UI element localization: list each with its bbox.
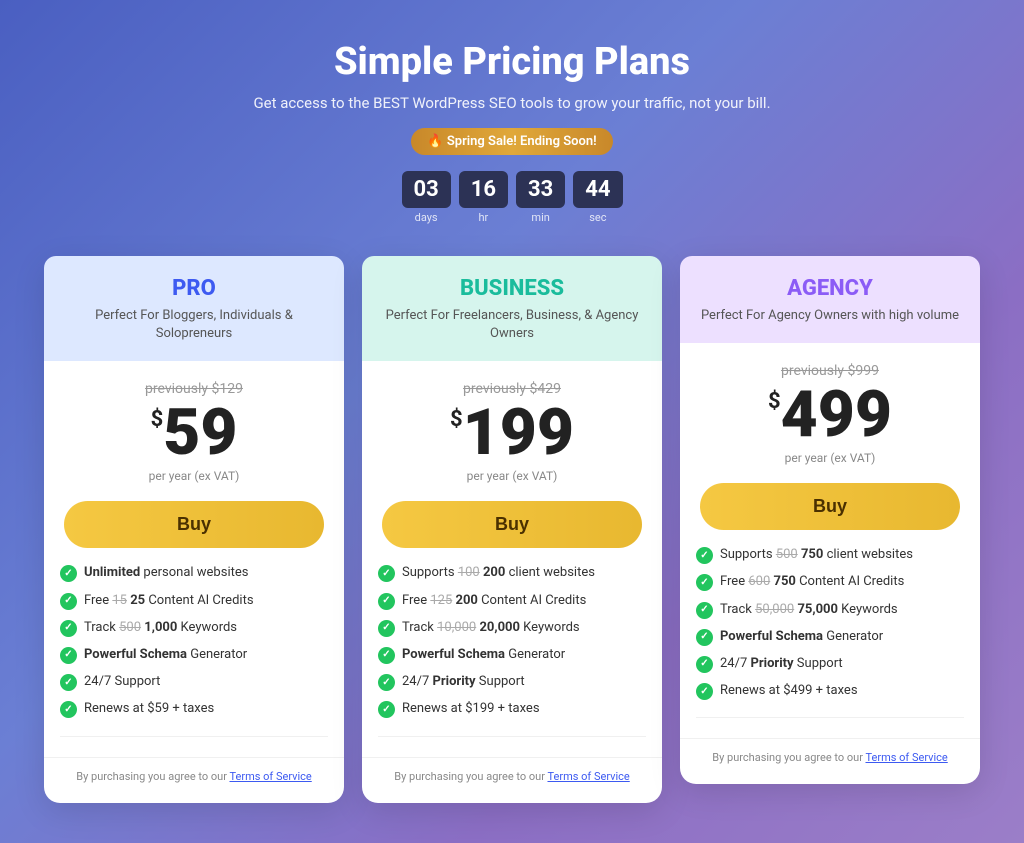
plan-business-desc: Perfect For Freelancers, Business, & Age…: [382, 307, 642, 343]
plan-business-features: Supports 100 200 client websites Free 12…: [362, 564, 662, 727]
page-header: Simple Pricing Plans Get access to the B…: [253, 40, 770, 232]
plan-pro-price: $ 59: [64, 401, 324, 465]
list-item: Track 500 1,000 Keywords: [60, 619, 328, 637]
plan-agency-price: $ 499: [700, 383, 960, 447]
list-item: Powerful Schema Generator: [378, 646, 646, 664]
check-icon: [60, 647, 77, 664]
list-item: Renews at $499 + taxes: [696, 682, 964, 700]
list-item: Renews at $199 + taxes: [378, 700, 646, 718]
page-subtitle: Get access to the BEST WordPress SEO too…: [253, 94, 770, 112]
plan-pro: PRO Perfect For Bloggers, Individuals & …: [44, 256, 344, 803]
check-icon: [378, 565, 395, 582]
plan-business-period: per year (ex VAT): [382, 469, 642, 483]
check-icon: [696, 602, 713, 619]
list-item: Free 15 25 Content AI Credits: [60, 592, 328, 610]
list-item: 24/7 Priority Support: [378, 673, 646, 691]
plan-pro-tos: By purchasing you agree to our Terms of …: [44, 757, 344, 783]
list-item: Supports 500 750 client websites: [696, 546, 964, 564]
plan-agency-desc: Perfect For Agency Owners with high volu…: [700, 307, 960, 325]
plan-business-buy-button[interactable]: Buy: [382, 501, 642, 548]
list-item: 24/7 Priority Support: [696, 655, 964, 673]
plan-pro-features: Unlimited personal websites Free 15 25 C…: [44, 564, 344, 727]
plan-agency-pricing: previously $999 $ 499 per year (ex VAT): [680, 347, 980, 483]
plan-business-pricing: previously $429 $ 199 per year (ex VAT): [362, 365, 662, 501]
plan-business-name: BUSINESS: [382, 276, 642, 301]
check-icon: [378, 701, 395, 718]
plan-business-price: $ 199: [382, 401, 642, 465]
list-item: Unlimited personal websites: [60, 564, 328, 582]
check-icon: [378, 593, 395, 610]
check-icon: [696, 683, 713, 700]
plans-container: PRO Perfect For Bloggers, Individuals & …: [32, 256, 992, 803]
check-icon: [60, 620, 77, 637]
check-icon: [378, 620, 395, 637]
list-item: Track 50,000 75,000 Keywords: [696, 601, 964, 619]
list-item: Free 600 750 Content AI Credits: [696, 573, 964, 591]
check-icon: [378, 647, 395, 664]
divider: [60, 736, 328, 737]
page-title: Simple Pricing Plans: [253, 40, 770, 84]
check-icon: [696, 574, 713, 591]
plan-pro-desc: Perfect For Bloggers, Individuals & Solo…: [64, 307, 324, 343]
plan-agency-features: Supports 500 750 client websites Free 60…: [680, 546, 980, 709]
sale-badge: 🔥 Spring Sale! Ending Soon!: [411, 128, 612, 155]
countdown-minutes: 33 min: [516, 171, 565, 224]
plan-agency: AGENCY Perfect For Agency Owners with hi…: [680, 256, 980, 784]
plan-pro-header: PRO Perfect For Bloggers, Individuals & …: [44, 256, 344, 361]
plan-pro-buy-button[interactable]: Buy: [64, 501, 324, 548]
list-item: Powerful Schema Generator: [696, 628, 964, 646]
list-item: Powerful Schema Generator: [60, 646, 328, 664]
plan-agency-period: per year (ex VAT): [700, 451, 960, 465]
plan-pro-pricing: previously $129 $ 59 per year (ex VAT): [44, 365, 344, 501]
divider: [696, 717, 964, 718]
plan-agency-tos: By purchasing you agree to our Terms of …: [680, 738, 980, 764]
check-icon: [696, 547, 713, 564]
tos-link[interactable]: Terms of Service: [229, 770, 311, 783]
tos-link[interactable]: Terms of Service: [547, 770, 629, 783]
plan-business: BUSINESS Perfect For Freelancers, Busine…: [362, 256, 662, 803]
check-icon: [60, 674, 77, 691]
check-icon: [60, 701, 77, 718]
countdown-days: 03 days: [402, 171, 451, 224]
countdown-seconds: 44 sec: [573, 171, 622, 224]
plan-agency-name: AGENCY: [700, 276, 960, 301]
list-item: Renews at $59 + taxes: [60, 700, 328, 718]
check-icon: [696, 656, 713, 673]
plan-pro-period: per year (ex VAT): [64, 469, 324, 483]
countdown-timer: 03 days 16 hr 33 min 44 sec: [253, 171, 770, 224]
list-item: Supports 100 200 client websites: [378, 564, 646, 582]
check-icon: [60, 565, 77, 582]
plan-business-header: BUSINESS Perfect For Freelancers, Busine…: [362, 256, 662, 361]
list-item: Track 10,000 20,000 Keywords: [378, 619, 646, 637]
divider: [378, 736, 646, 737]
check-icon: [60, 593, 77, 610]
check-icon: [696, 629, 713, 646]
tos-link[interactable]: Terms of Service: [865, 751, 947, 764]
check-icon: [378, 674, 395, 691]
countdown-hours: 16 hr: [459, 171, 508, 224]
plan-agency-buy-button[interactable]: Buy: [700, 483, 960, 530]
list-item: Free 125 200 Content AI Credits: [378, 592, 646, 610]
list-item: 24/7 Support: [60, 673, 328, 691]
plan-business-tos: By purchasing you agree to our Terms of …: [362, 757, 662, 783]
plan-pro-name: PRO: [64, 276, 324, 301]
plan-agency-header: AGENCY Perfect For Agency Owners with hi…: [680, 256, 980, 343]
